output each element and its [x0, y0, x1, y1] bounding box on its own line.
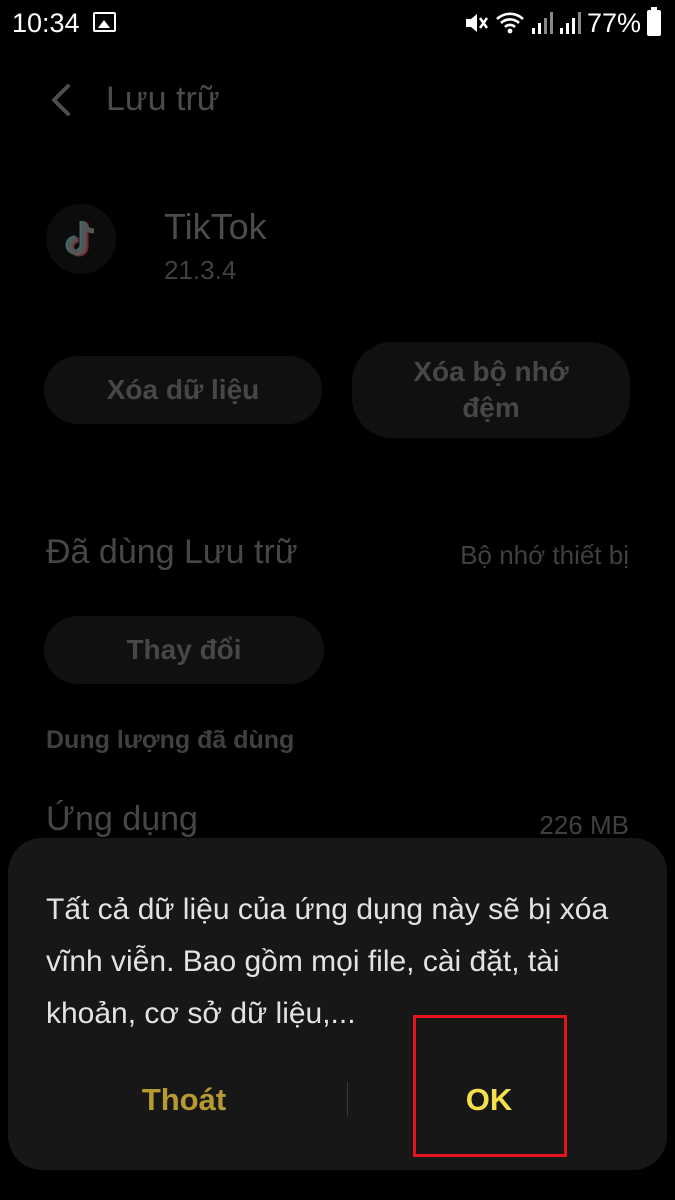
confirm-dialog: Tất cả dữ liệu của ứng dụng này sẽ bị xó… — [8, 838, 667, 1170]
dialog-divider — [347, 1082, 348, 1116]
app-name: TikTok — [164, 206, 267, 247]
change-storage-button[interactable]: Thay đổi — [44, 616, 324, 684]
status-time: 10:34 — [12, 8, 80, 38]
storage-used-label: Đã dùng Lưu trữ — [46, 533, 298, 571]
usage-row-label: Ứng dụng — [46, 800, 198, 838]
screen: 10:34 77% Lưu trữ TikTok 21.3.4 Xóa dữ l… — [0, 0, 675, 1200]
app-version: 21.3.4 — [164, 255, 237, 285]
page-title: Lưu trữ — [106, 80, 220, 118]
battery-icon — [647, 7, 661, 36]
clear-data-button[interactable]: Xóa dữ liệu — [44, 356, 322, 424]
signal-icon — [531, 12, 553, 34]
cancel-button[interactable]: Thoát — [94, 1070, 274, 1130]
clear-cache-button[interactable]: Xóa bộ nhớ đệm — [352, 342, 630, 438]
status-icons: 77% — [463, 7, 661, 38]
tiktok-logo-icon — [46, 204, 116, 274]
usage-section-title: Dung lượng đã dùng — [46, 726, 295, 754]
battery-percent: 77% — [586, 7, 641, 38]
wifi-icon — [496, 12, 524, 34]
storage-location-value: Bộ nhớ thiết bị — [460, 540, 629, 570]
mute-icon — [465, 14, 488, 32]
back-arrow-icon[interactable] — [44, 80, 80, 120]
status-bar: 10:34 77% — [0, 0, 675, 46]
usage-row-value: 226 MB — [539, 810, 629, 840]
signal-icon — [559, 12, 581, 34]
ok-button[interactable]: OK — [414, 1070, 564, 1130]
dialog-message: Tất cả dữ liệu của ứng dụng này sẽ bị xó… — [46, 893, 609, 1030]
gallery-icon — [93, 12, 116, 32]
